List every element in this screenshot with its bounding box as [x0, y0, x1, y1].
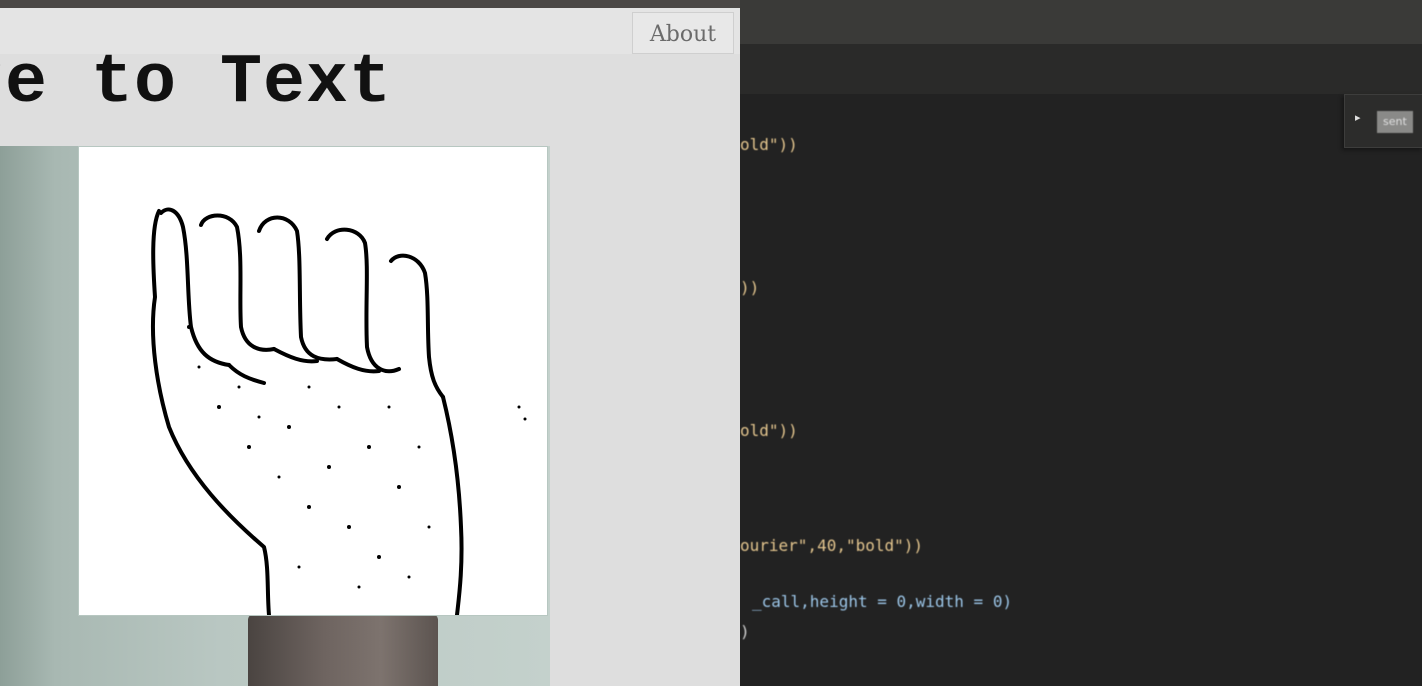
code-area[interactable]: old")) )) old")) ourier",40,"bold")) _ca…: [740, 94, 1422, 686]
editor-title-bar: [740, 0, 1422, 44]
minimap-toggle[interactable]: ▸ sent: [1344, 94, 1422, 148]
app-window: About ge to Text: [0, 0, 740, 686]
code-line[interactable]: ourier",40,"bold")): [740, 536, 923, 555]
code-line[interactable]: ): [740, 622, 750, 641]
chevron-right-icon: ▸: [1355, 111, 1361, 124]
code-line[interactable]: old")): [740, 135, 798, 154]
code-line[interactable]: )): [740, 278, 759, 297]
app-title: ge to Text: [0, 44, 393, 123]
code-line[interactable]: old")): [740, 421, 798, 440]
processed-hand-image: [78, 146, 548, 616]
about-button[interactable]: About: [632, 12, 734, 54]
editor-tab-bar[interactable]: [740, 44, 1422, 94]
hand-sketch-icon: [150, 207, 527, 615]
arm-image: [248, 614, 438, 686]
code-editor: old")) )) old")) ourier",40,"bold")) _ca…: [740, 0, 1422, 686]
minimap-label: sent: [1377, 111, 1413, 133]
code-line[interactable]: _call,height = 0,width = 0): [752, 592, 1012, 611]
window-top-edge: [0, 0, 740, 8]
